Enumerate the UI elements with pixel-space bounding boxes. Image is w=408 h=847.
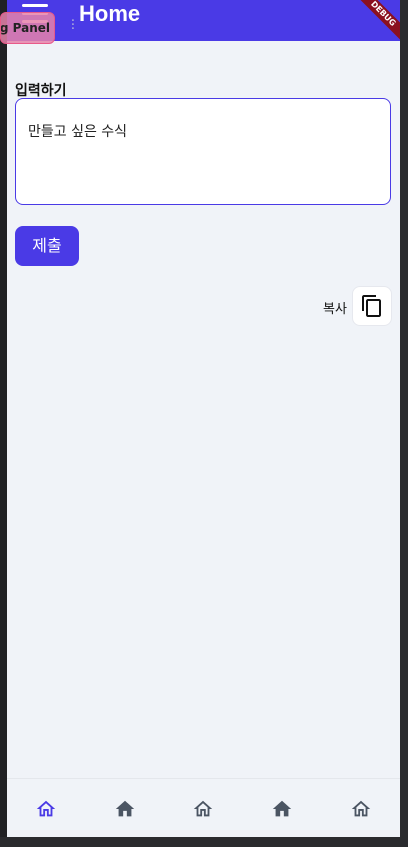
- copy-icon: [362, 295, 381, 317]
- device-frame-bottom: [0, 837, 408, 847]
- debug-panel-button[interactable]: Debug Panel: [0, 12, 55, 44]
- input-label: 입력하기: [15, 83, 67, 99]
- home-filled-icon: [272, 800, 292, 816]
- drag-handle-icon[interactable]: · · ·: [70, 15, 76, 36]
- device-frame: [400, 0, 408, 847]
- submit-button[interactable]: 제출: [15, 226, 79, 266]
- nav-item-5[interactable]: [341, 789, 381, 829]
- copy-label: 복사: [323, 302, 347, 317]
- nav-item-4[interactable]: [262, 789, 302, 829]
- debug-banner: DEBUG: [354, 0, 400, 43]
- home-filled-icon: [115, 800, 135, 816]
- copy-button[interactable]: [352, 286, 392, 326]
- home-outlined-icon: [351, 800, 370, 816]
- bottom-navigation: [7, 778, 400, 837]
- home-outlined-icon: [37, 800, 56, 816]
- app-screen: Home DEBUG 입력하기 만들고 싶은 수식 제출 복사: [7, 0, 400, 837]
- nav-item-2[interactable]: [105, 789, 145, 829]
- home-outlined-icon: [194, 800, 213, 816]
- app-bar: Home DEBUG: [7, 0, 400, 43]
- page-title: Home: [79, 1, 141, 26]
- nav-item-1[interactable]: [26, 789, 66, 829]
- nav-item-3[interactable]: [183, 789, 223, 829]
- formula-input[interactable]: 만들고 싶은 수식: [15, 98, 391, 205]
